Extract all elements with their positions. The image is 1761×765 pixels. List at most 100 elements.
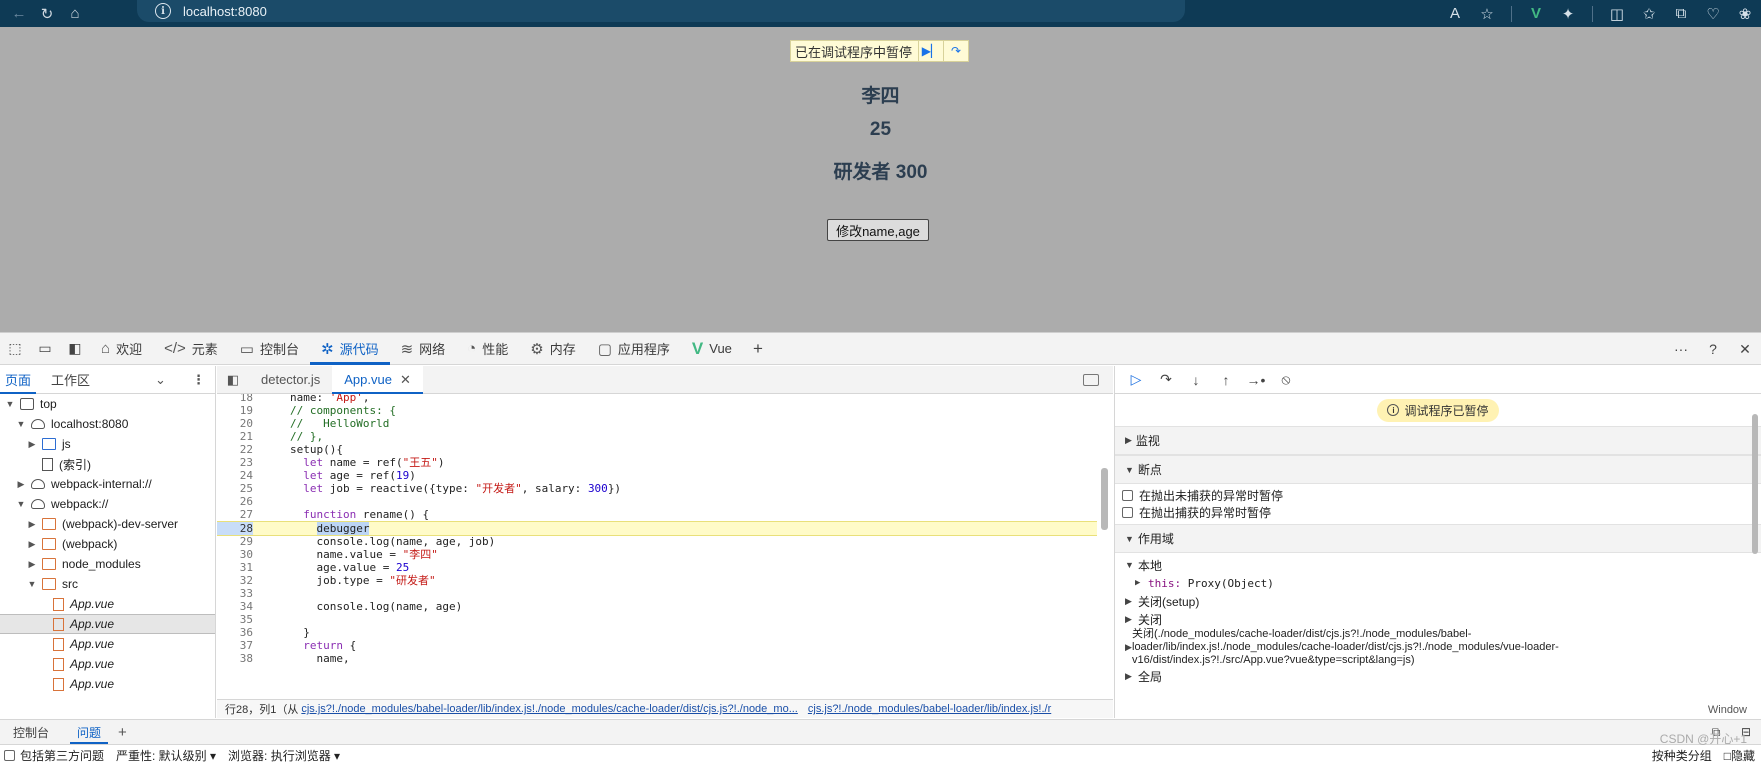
tree-item[interactable]: ▼ top [0, 394, 215, 414]
tree-item[interactable]: (索引) [0, 454, 215, 474]
tree-item[interactable]: App.vue [0, 674, 215, 694]
code-line[interactable]: 20 // HelloWorld [217, 417, 1097, 430]
line-number[interactable]: 30 [217, 548, 253, 561]
scope-closure-module[interactable]: ▶ 关闭(./node_modules/cache-loader/dist/cj… [1115, 628, 1761, 667]
help-icon[interactable]: ? [1697, 333, 1729, 365]
tab-wifi[interactable]: ≋ 网络 [390, 333, 457, 365]
code-line[interactable]: 27 function rename() { [217, 508, 1097, 521]
collapse-arrow-icon[interactable]: ▼ [15, 419, 27, 429]
more-vertical-icon[interactable]: ⋮ [192, 372, 205, 388]
line-number[interactable]: 32 [217, 574, 253, 587]
line-number[interactable]: 25 [217, 482, 253, 495]
line-number[interactable]: 18 [217, 394, 253, 404]
tree-item[interactable]: ▶ (webpack) [0, 534, 215, 554]
resume-icon[interactable]: ▷ [1121, 366, 1151, 394]
line-number[interactable]: 23 [217, 456, 253, 469]
collapse-arrow-icon[interactable]: ▼ [4, 399, 16, 409]
scope-local[interactable]: ▼ 本地 [1115, 556, 1761, 574]
tree-item[interactable]: ▼ src [0, 574, 215, 594]
collections-icon[interactable]: ⧉ [1665, 0, 1697, 27]
device-emulation-icon[interactable]: ▭ [30, 333, 60, 365]
tab-app-vue[interactable]: App.vue ✕ [332, 365, 423, 394]
code-line[interactable]: 21 // }, [217, 430, 1097, 443]
add-tab-icon[interactable]: + [743, 333, 773, 365]
line-number[interactable]: 26 [217, 495, 253, 508]
add-tab-icon[interactable]: + [118, 724, 127, 741]
scope-closure[interactable]: ▶ 关闭 [1115, 610, 1761, 628]
expand-arrow-icon[interactable]: ▶ [26, 559, 38, 570]
expand-arrow-icon[interactable]: ▶ [15, 479, 27, 490]
pause-uncaught-checkbox[interactable]: 在抛出未捕获的异常时暂停 [1115, 487, 1761, 504]
tab-gauge[interactable]: ◔ 性能 [456, 333, 519, 365]
line-number[interactable]: 34 [217, 600, 253, 613]
tree-item[interactable]: ▼ webpack:// [0, 494, 215, 514]
expand-arrow-icon[interactable]: ▶ [26, 519, 38, 530]
tree-item[interactable]: App.vue [0, 614, 215, 634]
tree-item[interactable]: App.vue [0, 594, 215, 614]
code-line[interactable]: 32 job.type = "研发者" [217, 574, 1097, 587]
code-line[interactable]: 31 age.value = 25 [217, 561, 1097, 574]
debugger-scrollbar[interactable] [1751, 406, 1759, 704]
checkbox-box[interactable] [1122, 507, 1133, 518]
code-line[interactable]: 25 let job = reactive({type: "开发者", sala… [217, 482, 1097, 495]
section-watch[interactable]: ▶ 监视 [1115, 426, 1761, 455]
scope-this[interactable]: ▶ this: Proxy(Object) [1115, 574, 1761, 592]
code-line[interactable]: 23 let name = ref("王五") [217, 456, 1097, 469]
code-line[interactable]: 22 setup(){ [217, 443, 1097, 456]
performance-icon[interactable]: ♡ [1697, 0, 1729, 27]
tree-item[interactable]: ▶ webpack-internal:// [0, 474, 215, 494]
tab-console[interactable]: ▭ 控制台 [229, 333, 310, 365]
code-line[interactable]: 35 [217, 613, 1097, 626]
site-info-icon[interactable]: i [155, 3, 171, 19]
line-number[interactable]: 20 [217, 417, 253, 430]
expand-arrow-icon[interactable]: ▶ [26, 439, 38, 450]
line-number[interactable]: 38 [217, 652, 253, 665]
step-over-icon[interactable]: ↷ [1151, 366, 1181, 394]
deactivate-breakpoints-icon[interactable]: ⦸ [1271, 366, 1301, 394]
line-number[interactable]: 33 [217, 587, 253, 600]
browser-essentials-icon[interactable]: ❀ [1729, 0, 1761, 27]
step-into-icon[interactable]: ↓ [1181, 366, 1211, 394]
line-number[interactable]: 29 [217, 535, 253, 548]
tree-item[interactable]: ▶ (webpack)-dev-server [0, 514, 215, 534]
source-map-link[interactable]: cjs.js?!./node_modules/babel-loader/lib/… [301, 703, 798, 715]
extensions-icon[interactable]: ✦ [1552, 0, 1584, 27]
tree-item[interactable]: App.vue [0, 654, 215, 674]
tab-detector-js[interactable]: detector.js [249, 366, 332, 394]
code-line[interactable]: 37 return { [217, 639, 1097, 652]
line-number[interactable]: 35 [217, 613, 253, 626]
line-number[interactable]: 31 [217, 561, 253, 574]
third-party-checkbox[interactable] [4, 750, 15, 761]
tab-workspace[interactable]: 工作区 [46, 366, 95, 394]
inspect-element-icon[interactable]: ⬚ [0, 333, 30, 365]
close-icon[interactable]: ✕ [1729, 333, 1761, 365]
collapse-arrow-icon[interactable]: ▼ [26, 579, 38, 589]
code-content[interactable]: 18 name: 'App', 19 // components: {20 // Hel… [217, 394, 1113, 683]
read-aloud-icon[interactable]: A [1439, 0, 1471, 27]
refresh-icon[interactable]: ↻ [33, 0, 61, 27]
scope-global[interactable]: ▶ 全局 [1115, 667, 1761, 685]
home-icon[interactable]: ⌂ [61, 0, 89, 27]
tree-item[interactable]: ▶ js [0, 434, 215, 454]
tab-code[interactable]: </> 元素 [153, 333, 229, 365]
section-scope[interactable]: ▼ 作用域 [1115, 524, 1761, 553]
line-number[interactable]: 19 [217, 404, 253, 417]
close-tab-icon[interactable]: ✕ [400, 372, 411, 388]
source-map-link[interactable]: cjs.js?!./node_modules/babel-loader/lib/… [808, 703, 1051, 715]
split-screen-icon[interactable]: ◫ [1601, 0, 1633, 27]
scope-closure-setup[interactable]: ▶ 关闭(setup) [1115, 592, 1761, 610]
line-number[interactable]: 37 [217, 639, 253, 652]
tab-app[interactable]: ▢ 应用程序 [587, 333, 681, 365]
line-number[interactable]: 24 [217, 469, 253, 482]
back-icon[interactable]: ← [5, 0, 33, 27]
favorites-icon[interactable]: ✩ [1633, 0, 1665, 27]
line-number[interactable]: 21 [217, 430, 253, 443]
tab-vue-logo[interactable]: V Vue [681, 333, 743, 365]
code-line[interactable]: 29 console.log(name, age, job) [217, 535, 1097, 548]
debugger-toggle-icon[interactable] [1083, 373, 1099, 386]
code-line[interactable]: 36 } [217, 626, 1097, 639]
tab-home[interactable]: ⌂ 欢迎 [90, 333, 153, 365]
navigator-toggle-icon[interactable]: ◧ [217, 372, 249, 388]
vue-devtools-extension-icon[interactable]: V [1520, 0, 1552, 27]
tab-console[interactable]: 控制台 [6, 720, 56, 744]
